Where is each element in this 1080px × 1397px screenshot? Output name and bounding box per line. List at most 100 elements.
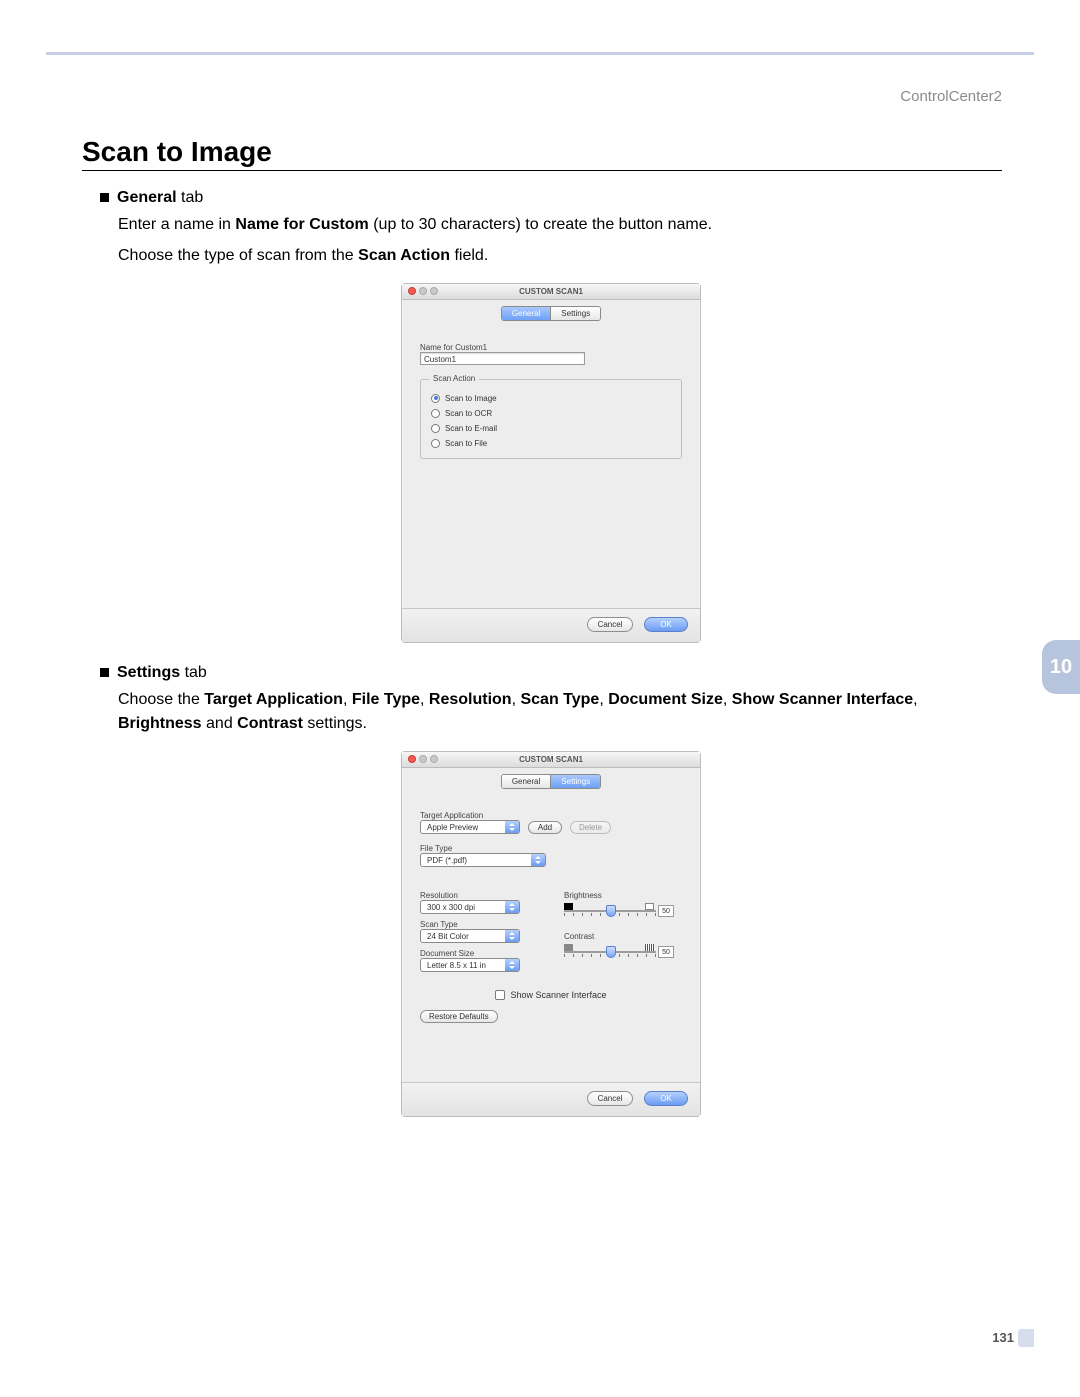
high-contrast-icon bbox=[645, 944, 654, 951]
radio-icon bbox=[431, 409, 440, 418]
traffic-lights bbox=[408, 755, 438, 763]
resolution-label: Resolution bbox=[420, 891, 538, 900]
text: , bbox=[343, 691, 352, 708]
window-zoom-icon[interactable] bbox=[430, 755, 438, 763]
file-type-label: File Type bbox=[420, 844, 682, 853]
document-size-select[interactable]: Letter 8.5 x 11 in bbox=[420, 958, 520, 972]
scan-type-label: Scan Type bbox=[420, 920, 538, 929]
window-minimize-icon[interactable] bbox=[419, 755, 427, 763]
tabs-bar: General Settings bbox=[402, 768, 700, 795]
bullet-settings-bold: Settings bbox=[117, 664, 180, 681]
text-bold: Name for Custom bbox=[235, 216, 368, 233]
black-swatch-icon bbox=[564, 903, 573, 910]
bullet-general-rest: tab bbox=[177, 189, 204, 206]
delete-button: Delete bbox=[570, 821, 611, 834]
name-for-custom-label: Name for Custom1 bbox=[420, 343, 682, 352]
window-close-icon[interactable] bbox=[408, 755, 416, 763]
radio-icon bbox=[431, 424, 440, 433]
checkbox-label: Show Scanner Interface bbox=[510, 990, 606, 1000]
text: field. bbox=[450, 247, 488, 264]
radio-icon bbox=[431, 439, 440, 448]
chevron-updown-icon bbox=[505, 959, 519, 971]
white-swatch-icon bbox=[645, 903, 654, 910]
select-value: Letter 8.5 x 11 in bbox=[421, 959, 505, 971]
text: Choose the bbox=[118, 691, 204, 708]
bullet-settings-tab: Settings tab bbox=[117, 664, 207, 682]
contrast-value: 50 bbox=[658, 946, 674, 958]
text-bold: Brightness bbox=[118, 715, 202, 732]
text-bold: Contrast bbox=[237, 715, 303, 732]
text-bold: Document Size bbox=[608, 691, 723, 708]
cancel-button[interactable]: Cancel bbox=[587, 1091, 634, 1106]
file-type-select[interactable]: PDF (*.pdf) bbox=[420, 853, 546, 867]
target-application-select[interactable]: Apple Preview bbox=[420, 820, 520, 834]
general-para-1: Enter a name in Name for Custom (up to 3… bbox=[118, 213, 1002, 238]
ok-button[interactable]: OK bbox=[644, 1091, 688, 1106]
tabs-bar: General Settings bbox=[402, 300, 700, 327]
bullet-square-icon bbox=[100, 668, 109, 677]
text-bold: Scan Action bbox=[358, 247, 450, 264]
bullet-general-bold: General bbox=[117, 189, 177, 206]
text: , bbox=[913, 691, 917, 708]
window-close-icon[interactable] bbox=[408, 287, 416, 295]
chevron-updown-icon bbox=[505, 821, 519, 833]
document-size-label: Document Size bbox=[420, 949, 538, 958]
chevron-updown-icon bbox=[531, 854, 545, 866]
show-scanner-interface-checkbox[interactable]: Show Scanner Interface bbox=[420, 990, 682, 1000]
radio-scan-to-image[interactable]: Scan to Image bbox=[431, 394, 671, 403]
text-bold: File Type bbox=[352, 691, 420, 708]
tab-general[interactable]: General bbox=[502, 307, 551, 320]
dialog-title: CUSTOM SCAN1 bbox=[519, 755, 583, 764]
radio-scan-to-ocr[interactable]: Scan to OCR bbox=[431, 409, 671, 418]
restore-defaults-button[interactable]: Restore Defaults bbox=[420, 1010, 498, 1023]
text: settings. bbox=[303, 715, 367, 732]
contrast-slider[interactable]: 50 bbox=[564, 941, 674, 965]
select-value: PDF (*.pdf) bbox=[421, 854, 531, 866]
slider-thumb[interactable] bbox=[606, 946, 616, 958]
text: Enter a name in bbox=[118, 216, 235, 233]
tab-general[interactable]: General bbox=[502, 775, 550, 788]
text: , bbox=[599, 691, 608, 708]
traffic-lights bbox=[408, 287, 438, 295]
window-zoom-icon[interactable] bbox=[430, 287, 438, 295]
bullet-settings-rest: tab bbox=[180, 664, 207, 681]
tab-settings[interactable]: Settings bbox=[550, 775, 600, 788]
chevron-updown-icon bbox=[505, 930, 519, 942]
target-application-label: Target Application bbox=[420, 811, 682, 820]
radio-label: Scan to File bbox=[445, 439, 487, 448]
radio-label: Scan to Image bbox=[445, 394, 497, 403]
text: , bbox=[420, 691, 429, 708]
custom-scan-dialog-settings: CUSTOM SCAN1 General Settings Target App… bbox=[401, 751, 701, 1117]
title-underline bbox=[82, 170, 1002, 171]
page-title: Scan to Image bbox=[82, 136, 272, 168]
slider-thumb[interactable] bbox=[606, 905, 616, 917]
header-app-name: ControlCenter2 bbox=[900, 88, 1002, 105]
radio-scan-to-email[interactable]: Scan to E-mail bbox=[431, 424, 671, 433]
window-minimize-icon[interactable] bbox=[419, 287, 427, 295]
radio-scan-to-file[interactable]: Scan to File bbox=[431, 439, 671, 448]
settings-para: Choose the Target Application, File Type… bbox=[118, 688, 1002, 738]
text: (up to 30 characters) to create the butt… bbox=[369, 216, 712, 233]
contrast-label: Contrast bbox=[564, 932, 682, 941]
select-value: Apple Preview bbox=[421, 821, 505, 833]
add-button[interactable]: Add bbox=[528, 821, 562, 834]
resolution-select[interactable]: 300 x 300 dpi bbox=[420, 900, 520, 914]
text: , bbox=[723, 691, 732, 708]
cancel-button[interactable]: Cancel bbox=[587, 617, 634, 632]
scan-type-select[interactable]: 24 Bit Color bbox=[420, 929, 520, 943]
text: and bbox=[202, 715, 238, 732]
ok-button[interactable]: OK bbox=[644, 617, 688, 632]
name-for-custom-input[interactable]: Custom1 bbox=[420, 352, 585, 365]
select-value: 24 Bit Color bbox=[421, 930, 505, 942]
text-bold: Scan Type bbox=[520, 691, 599, 708]
radio-label: Scan to OCR bbox=[445, 409, 492, 418]
brightness-slider[interactable]: 50 bbox=[564, 900, 674, 924]
text-bold: Target Application bbox=[204, 691, 343, 708]
dialog-title: CUSTOM SCAN1 bbox=[519, 287, 583, 296]
radio-icon bbox=[431, 394, 440, 403]
dialog-titlebar: CUSTOM SCAN1 bbox=[402, 752, 700, 768]
text: Choose the type of scan from the bbox=[118, 247, 358, 264]
bullet-square-icon bbox=[100, 193, 109, 202]
page-number: 131 bbox=[992, 1330, 1014, 1345]
tab-settings[interactable]: Settings bbox=[551, 307, 600, 320]
